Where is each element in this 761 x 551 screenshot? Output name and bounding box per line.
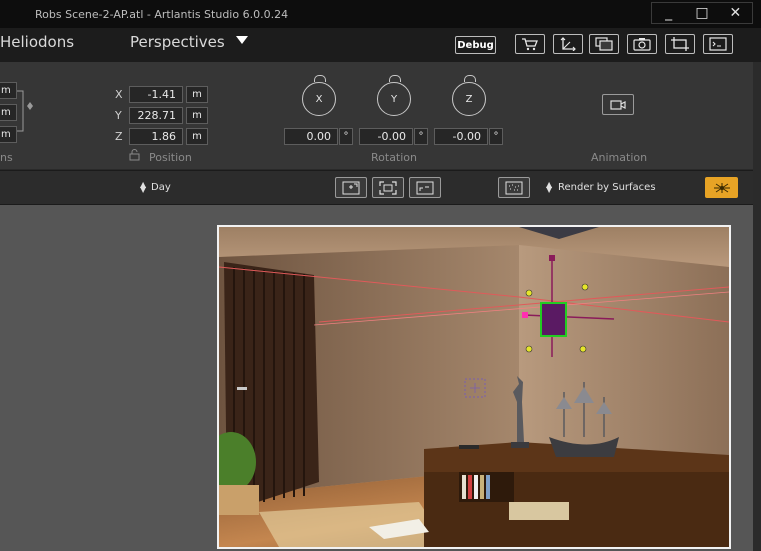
axis-icon[interactable] [553,34,583,54]
maximize-button[interactable]: □ [685,3,718,23]
close-button[interactable]: ✕ [719,3,752,23]
left-field-3[interactable]: m [0,126,17,143]
animation-camera-button[interactable] [602,94,634,115]
zoom-in-frame-button[interactable] [335,177,367,198]
link-bracket-icon[interactable] [17,88,37,134]
rotation-z-input[interactable]: -0.00 [434,128,488,145]
right-scroll-gutter [753,62,761,551]
day-dropdown[interactable]: Day [151,182,171,193]
left-section-label: ns [0,151,13,164]
left-field-2[interactable]: m [0,104,17,121]
animation-section-label: Animation [591,151,648,164]
lock-icon[interactable] [129,149,141,161]
console-icon[interactable] [703,34,733,54]
position-z-label: Z [115,130,123,143]
rotation-x-dial[interactable]: X [302,75,336,116]
rotation-y-unit: ° [414,128,428,145]
sun-light-button[interactable] [705,177,738,198]
render-mode-updown-icon[interactable]: ▲ ▼ [546,181,552,194]
fit-view-button[interactable] [372,177,404,198]
cart-icon[interactable] [515,34,545,54]
title-bar: Robs Scene-2-AP.atl - Artlantis Studio 6… [0,0,761,28]
left-field-1[interactable]: m [0,82,17,99]
position-x-input[interactable]: -1.41 [129,86,183,103]
noise-preview-icon [505,181,523,194]
position-x-label: X [115,88,123,101]
menu-perspectives[interactable]: Perspectives [130,33,225,51]
rotation-z-dial[interactable]: Z [452,75,486,116]
perspectives-dropdown-caret-icon[interactable] [236,36,248,44]
rotation-z-unit: ° [489,128,503,145]
frame-out-icon [416,181,434,194]
view-toolbar: ▲ ▼ Day ▲ ▼ Render by Surfaces [0,171,753,204]
menu-heliodons[interactable]: Heliodons [0,33,74,51]
rotation-section-label: Rotation [371,151,418,164]
window-title: Robs Scene-2-AP.atl - Artlantis Studio 6… [35,8,289,21]
rotation-x-input[interactable]: 0.00 [284,128,338,145]
render-preview-button[interactable] [498,177,530,198]
inspector-panel: m m m ns X -1.41 m Y 228.71 m Z 1.86 m P… [0,62,753,170]
gallery-icon[interactable] [589,34,619,54]
position-y-input[interactable]: 228.71 [129,107,183,124]
minimize-button[interactable]: _ [652,3,685,23]
camera-icon[interactable] [627,34,657,54]
video-camera-icon [610,99,626,110]
frame-in-icon [342,181,360,194]
scene-render-image[interactable] [219,227,729,547]
day-updown-icon[interactable]: ▲ ▼ [140,181,146,194]
zoom-out-frame-button[interactable] [409,177,441,198]
position-z-unit[interactable]: m [186,128,208,145]
window-controls: _ □ ✕ [651,2,753,24]
sun-rays-icon [713,182,730,193]
rotation-y-dial[interactable]: Y [377,75,411,116]
render-mode-dropdown[interactable]: Render by Surfaces [558,182,656,193]
crop-icon[interactable] [665,34,695,54]
position-section-label: Position [149,151,192,164]
rotation-y-input[interactable]: -0.00 [359,128,413,145]
expand-icon [379,180,397,195]
render-preview[interactable] [217,225,731,549]
position-y-label: Y [115,109,122,122]
position-y-unit[interactable]: m [186,107,208,124]
position-x-unit[interactable]: m [186,86,208,103]
debug-button[interactable]: Debug [455,36,496,54]
position-z-input[interactable]: 1.86 [129,128,183,145]
rotation-x-unit: ° [339,128,353,145]
